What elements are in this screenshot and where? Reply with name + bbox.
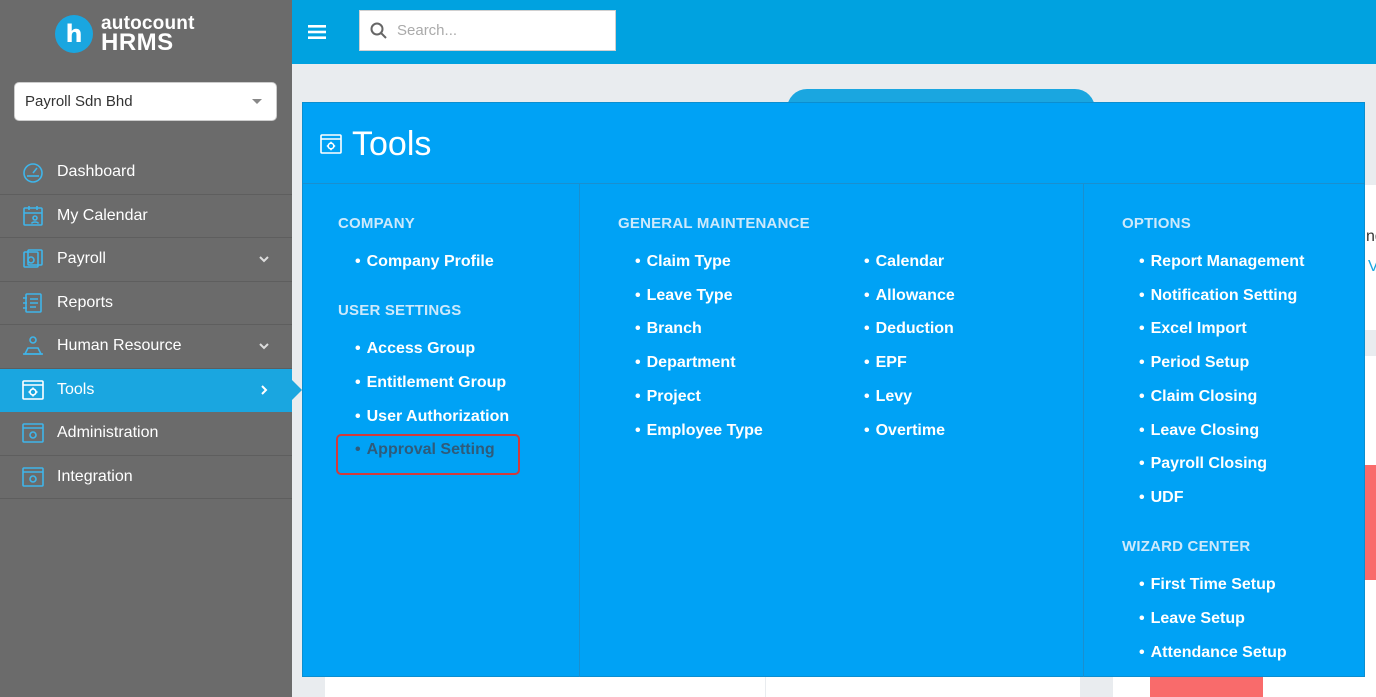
topbar [292, 0, 1376, 64]
integration-icon [22, 466, 44, 487]
menu-link-claim-type[interactable]: Claim Type [635, 253, 731, 271]
section-heading-user-settings: USER SETTINGS [338, 302, 462, 319]
section-heading-wizard-center: WIZARD CENTER [1122, 538, 1251, 555]
chevron-down-icon [259, 256, 269, 263]
background-red-card [1150, 677, 1263, 697]
menu-link-company-profile[interactable]: Company Profile [355, 253, 494, 271]
menu-link-overtime[interactable]: Overtime [864, 422, 945, 440]
calendar-user-icon [23, 205, 43, 226]
column-divider [579, 184, 580, 677]
chevron-right-icon [261, 385, 268, 395]
menu-link-allowance[interactable]: Allowance [864, 287, 955, 305]
menu-link-project[interactable]: Project [635, 388, 701, 406]
caret-down-icon [252, 99, 262, 104]
menu-link-branch[interactable]: Branch [635, 320, 702, 338]
menu-link-attendance-setup[interactable]: Attendance Setup [1139, 644, 1287, 662]
menu-link-excel-import[interactable]: Excel Import [1139, 320, 1247, 338]
background-peek-link: V [1368, 258, 1376, 275]
sidebar-item-administration[interactable]: Administration [0, 412, 292, 456]
highlight-box [336, 434, 520, 475]
logo-mark: h [55, 15, 93, 53]
menu-link-access-group[interactable]: Access Group [355, 340, 475, 358]
menu-link-leave-type[interactable]: Leave Type [635, 287, 733, 305]
menu-link-employee-type[interactable]: Employee Type [635, 422, 763, 440]
reports-icon [23, 292, 42, 313]
section-heading-options: OPTIONS [1122, 215, 1191, 232]
human-resource-icon [23, 336, 43, 356]
dashboard-icon [23, 163, 43, 184]
background-card [766, 677, 1080, 697]
menu-link-udf[interactable]: UDF [1139, 489, 1184, 507]
search-icon [370, 22, 387, 39]
menu-link-notification-setting[interactable]: Notification Setting [1139, 287, 1298, 305]
menu-link-leave-closing[interactable]: Leave Closing [1139, 422, 1259, 440]
background-red-card [1364, 465, 1376, 580]
sidebar-item-dashboard[interactable]: Dashboard [0, 151, 292, 195]
logo-line2: HRMS [101, 28, 174, 56]
sidebar-item-payroll[interactable]: Payroll [0, 238, 292, 282]
company-select-value: Payroll Sdn Bhd [25, 93, 133, 110]
menu-link-department[interactable]: Department [635, 354, 736, 372]
section-heading-company: COMPANY [338, 215, 415, 232]
menu-link-first-time-setup[interactable]: First Time Setup [1139, 576, 1276, 594]
sidebar-item-tools[interactable]: Tools [0, 368, 292, 412]
administration-icon [22, 423, 44, 444]
section-heading-general-maintenance: GENERAL MAINTENANCE [618, 215, 810, 232]
menu-link-claim-closing[interactable]: Claim Closing [1139, 388, 1258, 406]
menu-link-entitlement-group[interactable]: Entitlement Group [355, 374, 507, 392]
search-input[interactable] [397, 22, 597, 39]
sidebar-item-label: Payroll [57, 250, 106, 268]
menu-link-payroll-closing[interactable]: Payroll Closing [1139, 455, 1267, 473]
sidebar-item-label: Human Resource [57, 337, 182, 355]
menu-link-deduction[interactable]: Deduction [864, 320, 954, 338]
tools-mega-menu: Tools COMPANY Company Profile USER SETTI… [302, 102, 1365, 677]
sidebar-item-label: Dashboard [57, 163, 136, 181]
sidebar-nav: Dashboard My Calendar Payroll Reports Hu… [0, 151, 292, 499]
sidebar-item-my-calendar[interactable]: My Calendar [0, 195, 292, 238]
sidebar-item-integration[interactable]: Integration [0, 456, 292, 499]
sidebar-item-label: Integration [57, 467, 133, 485]
menu-link-user-authorization[interactable]: User Authorization [355, 408, 510, 426]
sidebar-item-label: Reports [57, 293, 114, 311]
tools-icon [320, 134, 342, 154]
background-peek-text: ng [1366, 228, 1376, 245]
active-pointer [292, 380, 302, 400]
payroll-icon [23, 249, 43, 269]
company-select[interactable]: Payroll Sdn Bhd [14, 82, 277, 121]
brand-logo[interactable]: h autocount HRMS [55, 13, 195, 55]
menu-link-period-setup[interactable]: Period Setup [1139, 354, 1250, 372]
mega-menu-title: Tools [352, 125, 432, 163]
sidebar-item-human-resource[interactable]: Human Resource [0, 325, 292, 369]
sidebar: h autocount HRMS Payroll Sdn Bhd Dashboa… [0, 0, 292, 697]
logo-text: autocount HRMS [101, 14, 195, 55]
background-card [325, 677, 765, 697]
hamburger-menu-icon[interactable] [308, 24, 326, 40]
mega-menu-header: Tools [303, 103, 1364, 184]
menu-link-report-management[interactable]: Report Management [1139, 253, 1305, 271]
column-divider [1083, 184, 1084, 677]
sidebar-item-label: Tools [57, 380, 95, 398]
search-box[interactable] [359, 10, 616, 51]
menu-link-epf[interactable]: EPF [864, 354, 907, 372]
sidebar-item-label: Administration [57, 424, 159, 442]
menu-link-levy[interactable]: Levy [864, 388, 912, 406]
chevron-down-icon [259, 343, 269, 350]
menu-link-calendar[interactable]: Calendar [864, 253, 944, 271]
sidebar-item-reports[interactable]: Reports [0, 282, 292, 325]
menu-link-leave-setup[interactable]: Leave Setup [1139, 610, 1245, 628]
tools-icon [22, 379, 44, 400]
sidebar-item-label: My Calendar [57, 206, 148, 224]
